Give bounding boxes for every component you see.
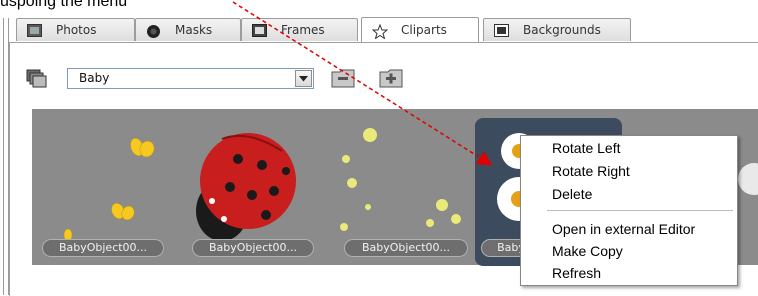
backgrounds-icon <box>494 23 509 37</box>
tab-frames[interactable]: Frames <box>241 18 358 41</box>
tab-label: Backgrounds <box>523 23 601 37</box>
folder-minus-icon <box>331 69 355 88</box>
menu-item-open-external-editor[interactable]: Open in external Editor <box>552 221 695 237</box>
gallery-item[interactable]: BabyObject00... <box>32 109 182 265</box>
menu-item-refresh[interactable]: Refresh <box>552 265 601 281</box>
menu-item-delete[interactable]: Delete <box>552 186 592 202</box>
page-heading: uspoing the menu <box>0 0 128 10</box>
folder-plus-icon <box>379 69 403 88</box>
tab-label: Cliparts <box>401 23 447 37</box>
tab-backgrounds[interactable]: Backgrounds <box>483 18 631 41</box>
remove-category-button[interactable] <box>330 66 358 90</box>
frames-icon <box>252 23 267 37</box>
gallery-item-caption: BabyObject00... <box>42 239 164 257</box>
ladybug-clipart <box>196 133 296 241</box>
menu-item-make-copy[interactable]: Make Copy <box>552 243 623 259</box>
tab-label: Frames <box>281 23 325 37</box>
menu-separator <box>547 210 733 211</box>
chevron-down-icon[interactable] <box>295 70 312 87</box>
menu-item-rotate-left[interactable]: Rotate Left <box>552 140 621 156</box>
tab-label: Photos <box>56 23 97 37</box>
gallery-item-caption: BabyObject00... <box>344 239 468 257</box>
gallery-item-caption: BabyObject00... <box>192 239 314 257</box>
tab-masks[interactable]: Masks <box>135 18 241 41</box>
add-category-button[interactable] <box>378 66 406 90</box>
tab-label: Masks <box>175 23 213 37</box>
menu-item-rotate-right[interactable]: Rotate Right <box>552 163 630 179</box>
photos-icon <box>27 23 42 37</box>
category-select-value: Baby <box>79 71 110 85</box>
star-icon <box>371 23 389 40</box>
tab-photos[interactable]: Photos <box>16 18 135 41</box>
gallery-item[interactable]: BabyObject00... <box>182 109 332 265</box>
cliparts-stack-icon <box>26 69 48 89</box>
masks-icon <box>146 24 161 38</box>
gallery-item[interactable]: BabyObject00... <box>332 109 482 265</box>
butterflies-clipart <box>63 138 155 242</box>
context-menu: Rotate Left Rotate Right Delete Open in … <box>520 135 738 286</box>
category-select[interactable]: Baby <box>67 68 314 89</box>
tab-cliparts[interactable]: Cliparts <box>361 17 479 42</box>
flowers-clipart <box>340 128 461 231</box>
